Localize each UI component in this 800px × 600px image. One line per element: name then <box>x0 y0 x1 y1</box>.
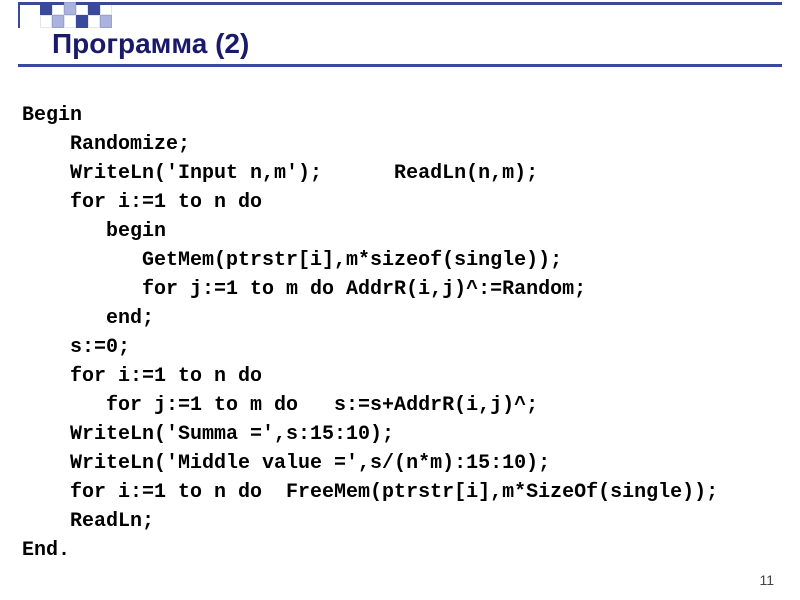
code-line: for i:=1 to n do <box>22 191 262 214</box>
code-line: WriteLn('Input n,m'); ReadLn(n,m); <box>22 162 538 185</box>
code-line: for j:=1 to m do s:=s+AddrR(i,j)^; <box>22 394 538 417</box>
code-line: end; <box>22 307 154 330</box>
code-line: End. <box>22 539 70 562</box>
code-line: WriteLn('Summa =',s:15:10); <box>22 423 394 446</box>
slide-top-border <box>18 2 782 28</box>
code-line: ReadLn; <box>22 510 154 533</box>
code-line: for i:=1 to n do FreeMem(ptrstr[i],m*Siz… <box>22 481 718 504</box>
code-block: Begin Randomize; WriteLn('Input n,m'); R… <box>22 72 778 565</box>
code-line: Begin <box>22 104 82 127</box>
code-line: Randomize; <box>22 133 190 156</box>
code-line: s:=0; <box>22 336 130 359</box>
code-line: for j:=1 to m do AddrR(i,j)^:=Random; <box>22 278 586 301</box>
slide-accent-decoration <box>40 2 112 28</box>
code-line: for i:=1 to n do <box>22 365 262 388</box>
slide-title-underline <box>18 64 782 67</box>
page-number: 11 <box>759 572 774 588</box>
slide-title: Программа (2) <box>52 28 249 60</box>
code-line: GetMem(ptrstr[i],m*sizeof(single)); <box>22 249 562 272</box>
code-line: begin <box>22 220 166 243</box>
code-line: WriteLn('Middle value =',s/(n*m):15:10); <box>22 452 550 475</box>
